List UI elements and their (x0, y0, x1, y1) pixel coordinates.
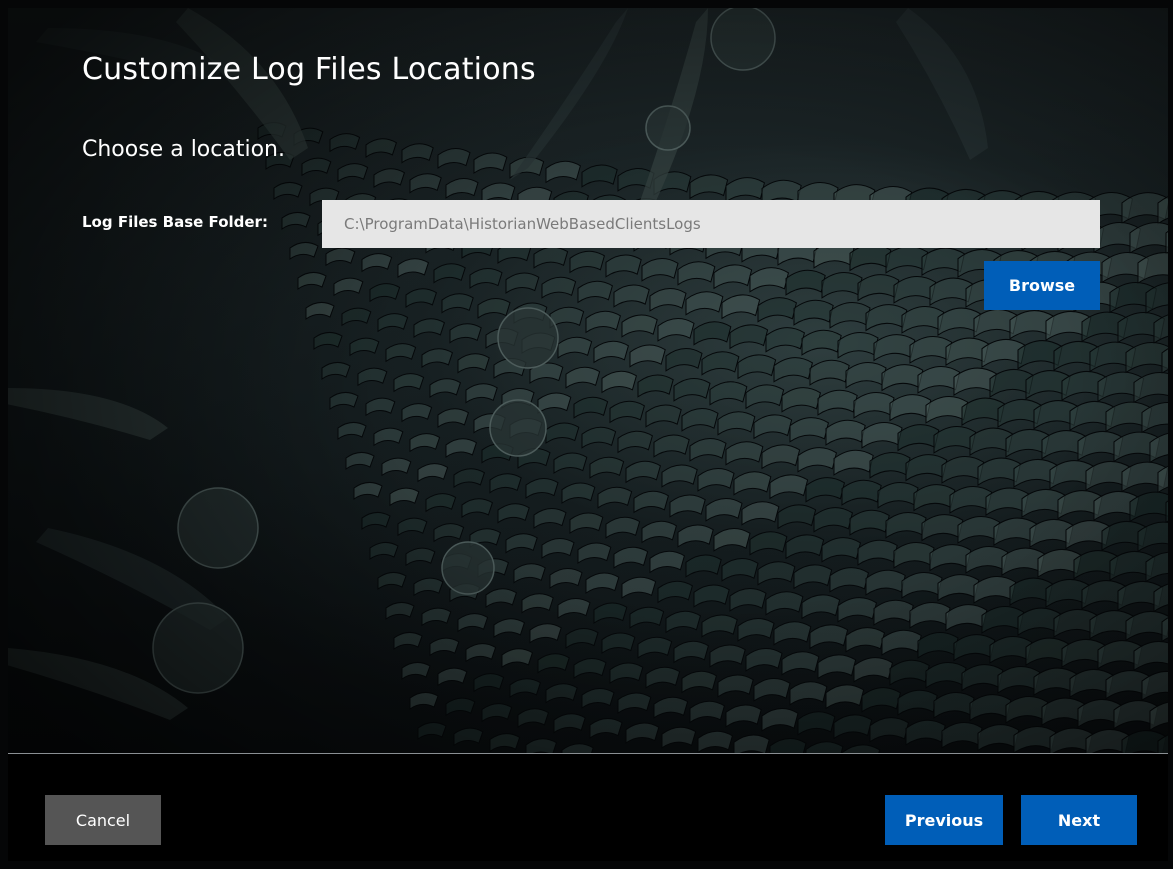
turbine-blades-background-image (8, 8, 1168, 753)
log-folder-input[interactable] (322, 200, 1100, 248)
log-folder-label: Log Files Base Folder: (82, 213, 268, 231)
page-title: Customize Log Files Locations (82, 52, 536, 87)
turbine-blades-art (8, 8, 1168, 753)
next-button[interactable]: Next (1021, 795, 1137, 845)
page-subtitle: Choose a location. (82, 137, 285, 162)
cancel-button[interactable]: Cancel (45, 795, 161, 845)
installer-window: Customize Log Files Locations Choose a l… (0, 0, 1173, 869)
browse-button[interactable]: Browse (984, 261, 1100, 310)
previous-button[interactable]: Previous (885, 795, 1003, 845)
